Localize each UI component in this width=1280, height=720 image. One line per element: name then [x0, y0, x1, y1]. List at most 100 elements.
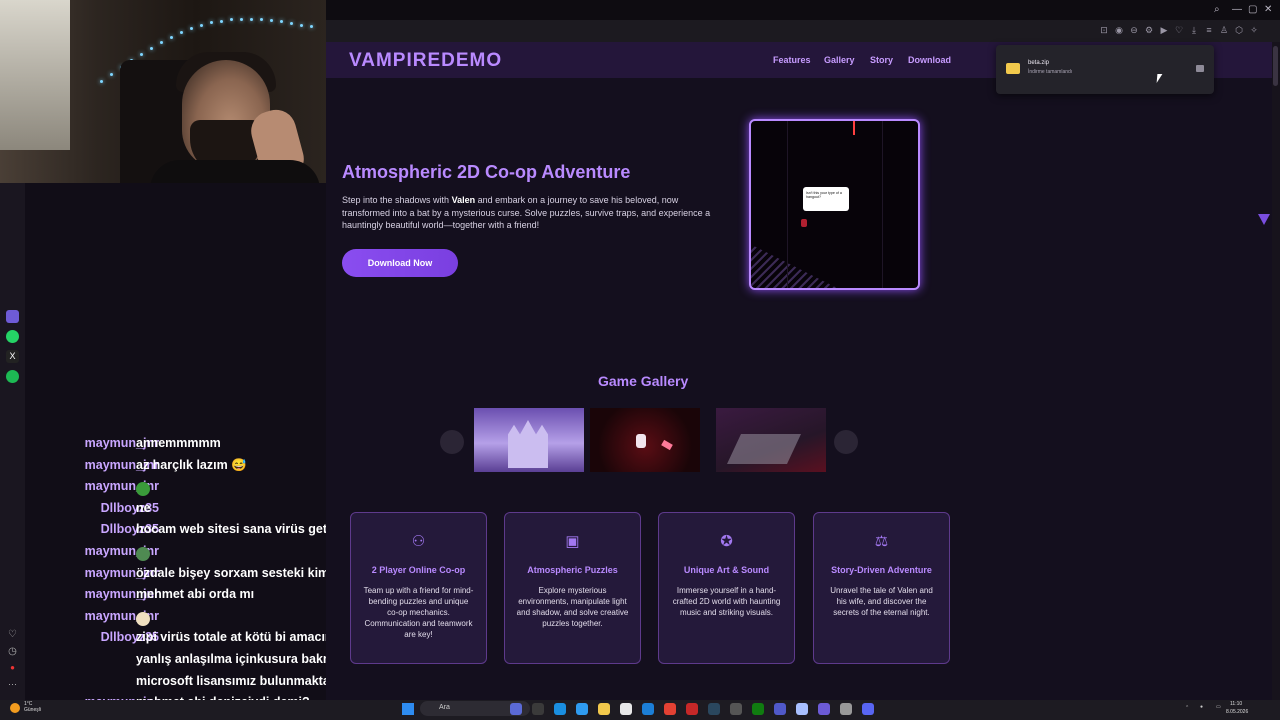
gallery-title: Game Gallery — [598, 373, 689, 389]
palette-icon: ✪ — [720, 533, 733, 550]
settings-icon[interactable]: ⊖ — [1129, 25, 1139, 35]
download-status: İndirme tamamlandı — [1028, 69, 1073, 75]
network-icon[interactable]: ▭ — [1216, 704, 1221, 710]
chrome-icon[interactable] — [664, 703, 676, 715]
maximize-button[interactable]: ▢ — [1248, 4, 1257, 15]
mail-icon[interactable] — [642, 703, 654, 715]
download-icon[interactable]: ⤓ — [1189, 25, 1199, 35]
feature-card: ⚇ 2 Player Online Co-op Team up with a fri… — [350, 512, 487, 664]
photos-icon[interactable] — [576, 703, 588, 715]
folder-icon — [1006, 63, 1020, 74]
mouse-cursor — [1156, 74, 1163, 83]
book-icon: ⚖ — [874, 533, 889, 550]
start-button[interactable] — [402, 703, 414, 715]
feature-description: Explore mysterious environments, manipul… — [516, 586, 629, 628]
ai-icon[interactable]: ✧ — [1249, 25, 1259, 35]
spotify-icon[interactable] — [6, 370, 19, 383]
gallery-image[interactable] — [716, 408, 826, 472]
app-icon[interactable] — [6, 310, 19, 323]
open-folder-icon[interactable] — [1196, 65, 1204, 72]
chat-text: az harçlık lazım 😅 — [136, 457, 247, 472]
camera-icon[interactable]: ◉ — [1114, 25, 1124, 35]
download-now-button[interactable]: Download Now — [342, 249, 458, 277]
play-icon[interactable]: ▶ — [1159, 25, 1169, 35]
webcam-feed — [0, 0, 326, 183]
feature-description: Unravel the tale of Valen and his wife, … — [830, 586, 933, 617]
website: VAMPIREDEMO Features Gallery Story Downl… — [326, 42, 1272, 700]
profile-icon[interactable]: ♙ — [1219, 25, 1229, 35]
taskbar — [0, 700, 1280, 720]
record-icon[interactable]: ● — [6, 663, 19, 676]
gallery-image[interactable] — [474, 408, 584, 472]
calculator-icon[interactable] — [730, 703, 742, 715]
site-logo[interactable]: VAMPIREDEMO — [349, 50, 502, 72]
opera-icon[interactable] — [686, 703, 698, 715]
xbox-icon[interactable] — [752, 703, 764, 715]
speech-bubble: Isn't this your type of a hangout? — [803, 187, 849, 211]
close-button[interactable]: ✕ — [1264, 4, 1272, 15]
clock-date[interactable]: 8.05.2026 — [1226, 709, 1248, 715]
hero-screenshot: Isn't this your type of a hangout? — [749, 119, 920, 290]
chat-text: microsoft lisansımız bulunmakta — [136, 673, 330, 688]
chat-text: yanlış anlaşılma içinkusura bakma — [136, 651, 341, 666]
feature-description: Immerse yourself in a hand-crafted 2D wo… — [672, 586, 781, 617]
heart-icon[interactable]: ♡ — [6, 629, 19, 642]
vpn-icon[interactable]: ⬡ — [1234, 25, 1244, 35]
scroll-down-arrow-icon[interactable] — [1258, 214, 1270, 225]
nav-download[interactable]: Download — [908, 55, 951, 65]
gallery-prev-button[interactable] — [440, 430, 464, 454]
hero-title: Atmospheric 2D Co-op Adventure — [342, 162, 631, 182]
nav-features[interactable]: Features — [773, 55, 811, 65]
users-icon: ⚇ — [411, 533, 426, 550]
extension-icon[interactable]: ⚙ — [1144, 25, 1154, 35]
bookmark-icon[interactable]: ⊡ — [1099, 25, 1109, 35]
feature-card: ⚖ Story-Driven Adventure Unravel the tale … — [813, 512, 950, 664]
hero-description: Step into the shadows with Valen and emb… — [342, 195, 711, 230]
whatsapp-icon[interactable] — [6, 330, 19, 343]
emote-icon — [136, 546, 150, 561]
minimize-button[interactable]: — — [1232, 4, 1242, 15]
chat-text: ne — [136, 500, 151, 515]
weather-icon[interactable] — [10, 703, 20, 713]
discord-icon[interactable] — [862, 703, 874, 715]
steam-icon[interactable] — [708, 703, 720, 715]
emote-icon — [136, 611, 150, 626]
nav-gallery[interactable]: Gallery — [824, 55, 855, 65]
page-scrollbar-thumb[interactable] — [1273, 46, 1278, 86]
search-icon[interactable]: ⌕ — [1214, 4, 1220, 15]
emote-icon — [136, 482, 150, 497]
chat-text: özdale bişey sorxam sesteki kim — [136, 565, 330, 580]
tray-chevron-icon[interactable]: ⌃ — [1185, 705, 1189, 711]
task-view-icon[interactable] — [532, 703, 544, 715]
puzzle-icon: ▣ — [565, 533, 580, 550]
heart-icon[interactable]: ♡ — [1174, 25, 1184, 35]
history-icon[interactable]: ◷ — [6, 646, 19, 659]
page-scrollbar[interactable] — [1272, 42, 1280, 700]
more-icon[interactable]: ⋯ — [6, 679, 19, 692]
clock-time[interactable]: 11:10 — [1230, 701, 1242, 707]
chat-text: annemmmmm — [136, 436, 221, 450]
settings-icon[interactable] — [840, 703, 852, 715]
teams-icon[interactable] — [774, 703, 786, 715]
weather-widget[interactable]: 1°C Güneşli — [24, 701, 41, 713]
feature-title: Unique Art & Sound — [683, 565, 770, 575]
gallery-image[interactable] — [590, 408, 700, 472]
menu-icon[interactable]: ≡ — [1204, 25, 1214, 35]
app-icon[interactable] — [796, 703, 808, 715]
feature-title: Story-Driven Adventure — [831, 565, 932, 575]
x-icon[interactable]: X — [6, 350, 19, 363]
feature-card: ▣ Atmospheric Puzzles Explore mysterious e… — [504, 512, 641, 664]
store-icon[interactable] — [620, 703, 632, 715]
taskbar-search-placeholder: Ara — [439, 704, 450, 711]
widgets-icon[interactable] — [510, 703, 522, 715]
feature-description: Team up with a friend for mind-bending p… — [363, 586, 474, 639]
download-file-name[interactable]: beta.zip — [1028, 60, 1049, 66]
nav-story[interactable]: Story — [870, 55, 893, 65]
browser-titlebar — [326, 0, 1280, 20]
edge-icon[interactable] — [554, 703, 566, 715]
obs-icon[interactable] — [818, 703, 830, 715]
gallery-next-button[interactable] — [834, 430, 858, 454]
chat-text: mehmet abi orda mı — [136, 587, 255, 602]
explorer-icon[interactable] — [598, 703, 610, 715]
mic-icon[interactable]: ● — [1200, 704, 1203, 710]
